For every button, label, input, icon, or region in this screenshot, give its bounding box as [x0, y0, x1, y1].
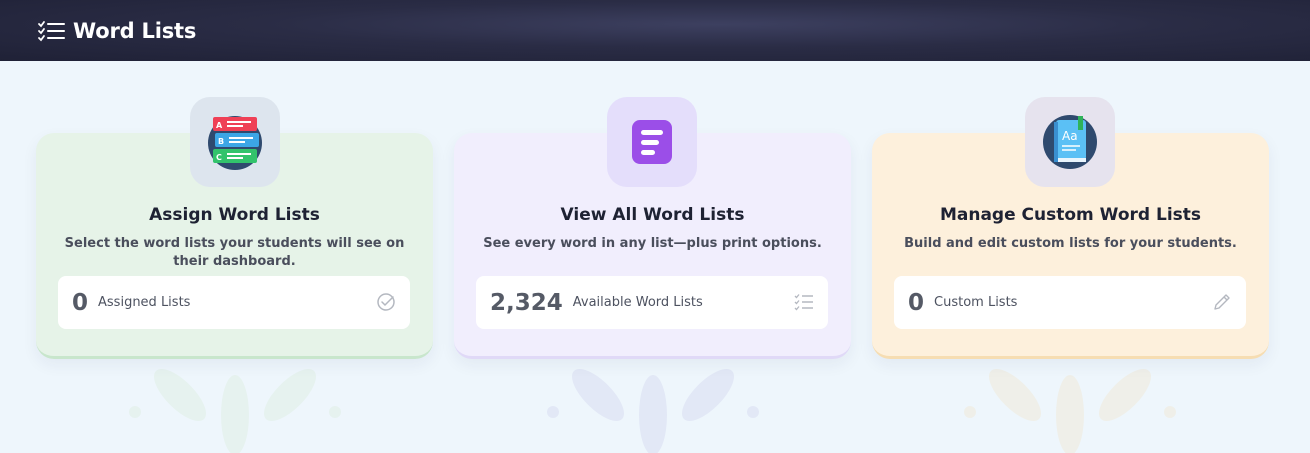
- card-description: Build and edit custom lists for your stu…: [904, 236, 1237, 251]
- card-description: Select the word lists your students will…: [64, 236, 405, 269]
- card-description: See every word in any list—plus print op…: [483, 236, 822, 251]
- decorative-flower-icon: [964, 369, 1176, 453]
- assign-lists-icon-tile: A B C: [190, 97, 280, 187]
- pencil-icon: [1214, 294, 1230, 310]
- stat-value: 2,324: [490, 289, 563, 316]
- page-title: Word Lists: [73, 18, 197, 43]
- assigned-lists-stat: 0 Assigned Lists: [58, 276, 410, 329]
- stat-value: 0: [908, 289, 925, 316]
- book-icon: Aa: [1043, 115, 1097, 169]
- check-circle-icon: [377, 293, 395, 311]
- stat-label: Assigned Lists: [98, 295, 191, 310]
- page-header: Word Lists: [0, 0, 1310, 61]
- stat-label: Custom Lists: [934, 295, 1018, 310]
- assign-lists-icon: A B C: [208, 116, 262, 170]
- decorative-flower-icon: [547, 369, 759, 453]
- svg-text:C: C: [216, 153, 222, 162]
- card-title: View All Word Lists: [560, 205, 745, 225]
- stat-label: Available Word Lists: [572, 295, 703, 310]
- stat-value: 0: [72, 289, 89, 316]
- card-title: Manage Custom Word Lists: [939, 205, 1202, 225]
- svg-text:A: A: [216, 121, 223, 130]
- svg-text:B: B: [218, 137, 224, 146]
- available-lists-stat: 2,324 Available Word Lists: [476, 276, 828, 329]
- custom-lists-stat: 0 Custom Lists: [894, 276, 1246, 329]
- list-check-icon: [794, 294, 813, 311]
- book-icon-tile: Aa: [1025, 97, 1115, 187]
- svg-text:Aa: Aa: [1062, 129, 1078, 143]
- view-lists-icon-tile: [607, 97, 697, 187]
- decorative-flower-icon: [129, 369, 341, 453]
- card-title: Assign Word Lists: [149, 205, 320, 225]
- list-check-icon: [38, 20, 65, 41]
- view-lists-icon: [632, 120, 672, 164]
